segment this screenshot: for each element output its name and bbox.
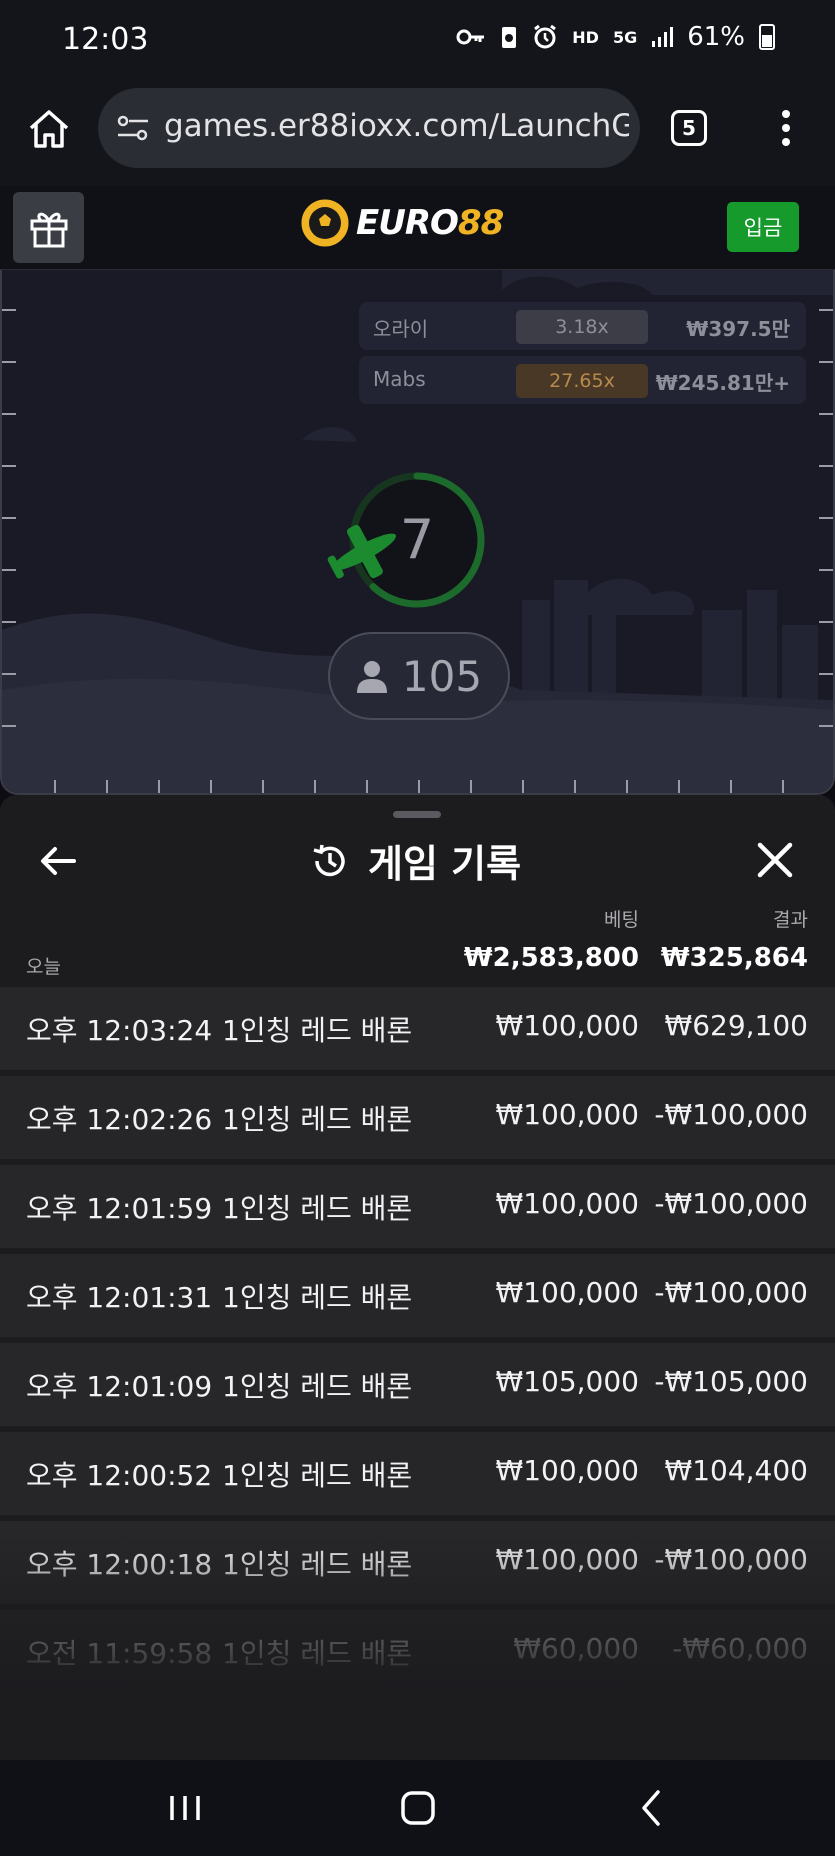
status-bar: 12:03 HD 5G 61% — [0, 0, 835, 84]
row-game: 1인칭 레드 배론 — [222, 1103, 413, 1136]
battery-text: 61% — [687, 22, 745, 52]
countdown-number: 7 — [399, 508, 435, 571]
gift-button[interactable] — [13, 192, 84, 263]
signal-icon — [652, 27, 674, 47]
row-result: -₩60,000 — [672, 1632, 808, 1665]
row-time: 오후 12:03:24 — [26, 1014, 213, 1047]
browser-toolbar: games.er88ioxx.com/LaunchGa 5 — [0, 84, 835, 186]
row-bet: ₩105,000 — [495, 1365, 639, 1398]
logo-text-gold: 88 — [457, 203, 504, 243]
row-game: 1인칭 레드 배론 — [222, 1637, 413, 1670]
bet-multiplier: 27.65x — [516, 364, 648, 398]
row-bet: ₩60,000 — [513, 1632, 639, 1665]
result-column-header: 결과 — [773, 909, 808, 931]
row-result: -₩100,000 — [654, 1276, 808, 1309]
recent-apps-icon[interactable] — [162, 1786, 208, 1830]
history-row[interactable]: 오후 12:00:18 1인칭 레드 배론 ₩100,000 -₩100,000 — [0, 1521, 835, 1604]
live-bet-card: Mabs 27.65x ₩245.81만+ — [359, 356, 806, 404]
battery-icon — [759, 24, 775, 50]
row-result: -₩100,000 — [654, 1187, 808, 1220]
live-bet-card: 오라이 3.18x ₩397.5만 — [359, 302, 806, 350]
player-count-badge: 105 — [328, 632, 510, 720]
recycle-icon — [502, 27, 517, 48]
system-nav-bar — [0, 1760, 835, 1856]
player-count: 105 — [401, 651, 483, 701]
status-time: 12:03 — [62, 22, 149, 57]
url-text[interactable]: games.er88ioxx.com/LaunchGa — [164, 108, 629, 144]
history-row[interactable]: 오후 12:02:26 1인칭 레드 배론 ₩100,000 -₩100,000 — [0, 1076, 835, 1159]
vpn-key-icon — [456, 29, 485, 45]
row-result: -₩100,000 — [654, 1098, 808, 1131]
row-game: 1인칭 레드 배론 — [222, 1014, 413, 1047]
row-bet: ₩100,000 — [495, 1543, 639, 1576]
row-game: 1인칭 레드 배론 — [222, 1281, 413, 1314]
row-bet: ₩100,000 — [495, 1098, 639, 1131]
network-hd: HD — [572, 27, 599, 47]
user-icon — [356, 661, 387, 693]
logo[interactable]: EURO88 — [300, 198, 504, 248]
bet-amount: ₩397.5만 — [686, 317, 790, 341]
history-row[interactable]: 오후 12:01:59 1인칭 레드 배론 ₩100,000 -₩100,000 — [0, 1165, 835, 1248]
total-bet: ₩2,583,800 — [463, 943, 639, 973]
bet-player-name: 오라이 — [373, 317, 429, 341]
row-time: 오후 12:01:59 — [26, 1192, 213, 1225]
bet-amount: ₩245.81만+ — [655, 371, 790, 395]
history-list: 오후 12:03:24 1인칭 레드 배론 ₩100,000 ₩629,100 오후 … — [0, 987, 835, 1699]
back-icon[interactable] — [630, 1786, 676, 1830]
row-result: -₩100,000 — [654, 1543, 808, 1576]
history-row[interactable]: 오후 12:01:31 1인칭 레드 배론 ₩100,000 -₩100,000 — [0, 1254, 835, 1337]
gift-icon — [30, 212, 67, 247]
row-time: 오후 12:01:09 — [26, 1370, 213, 1403]
bet-player-name: Mabs — [373, 367, 426, 391]
row-time: 오후 12:00:52 — [26, 1459, 213, 1492]
row-time: 오후 12:02:26 — [26, 1103, 213, 1136]
bet-column-header: 베팅 — [604, 909, 639, 931]
tabs-button[interactable]: 5 — [671, 110, 707, 146]
row-bet: ₩100,000 — [495, 1454, 639, 1487]
row-time: 오전 11:59:58 — [26, 1637, 213, 1670]
deposit-button[interactable]: 입금 — [727, 202, 799, 252]
status-icons: HD 5G 61% — [456, 22, 775, 52]
row-result: ₩629,100 — [664, 1009, 808, 1042]
row-time: 오후 12:01:31 — [26, 1281, 213, 1314]
drag-handle[interactable] — [393, 811, 441, 818]
row-game: 1인칭 레드 배론 — [222, 1192, 413, 1225]
alarm-icon — [534, 24, 557, 49]
panel-title-text: 게임 기록 — [368, 842, 522, 886]
history-row[interactable]: 오후 12:01:09 1인칭 레드 배론 ₩105,000 -₩105,000 — [0, 1343, 835, 1426]
history-row[interactable]: 오후 12:03:24 1인칭 레드 배론 ₩100,000 ₩629,100 — [0, 987, 835, 1070]
row-game: 1인칭 레드 배론 — [222, 1459, 413, 1492]
logo-text-white: EURO — [356, 203, 459, 243]
network-type: 5G — [612, 27, 638, 47]
row-bet: ₩100,000 — [495, 1009, 639, 1042]
home-icon[interactable] — [395, 1786, 441, 1830]
game-canvas: 오라이 3.18x ₩397.5만 Mabs 27.65x ₩245.81만+ … — [0, 270, 835, 795]
history-row[interactable]: 오후 12:00:52 1인칭 레드 배론 ₩100,000 ₩104,400 — [0, 1432, 835, 1515]
total-result: ₩325,864 — [660, 943, 808, 973]
back-arrow-icon[interactable] — [38, 841, 78, 881]
row-bet: ₩100,000 — [495, 1276, 639, 1309]
row-result: ₩104,400 — [664, 1454, 808, 1487]
soccer-ball-icon — [301, 199, 349, 247]
history-icon — [313, 844, 345, 876]
row-bet: ₩100,000 — [495, 1187, 639, 1220]
bet-multiplier: 3.18x — [516, 310, 648, 344]
row-game: 1인칭 레드 배론 — [222, 1370, 413, 1403]
today-label: 오늘 — [26, 956, 61, 978]
row-time: 오후 12:00:18 — [26, 1548, 213, 1581]
more-vert-icon[interactable] — [776, 110, 796, 150]
history-row[interactable]: 오전 11:59:58 1인칭 레드 배론 ₩60,000 -₩60,000 — [0, 1610, 835, 1693]
row-result: -₩105,000 — [654, 1365, 808, 1398]
address-bar[interactable]: games.er88ioxx.com/LaunchGa — [98, 88, 640, 168]
row-game: 1인칭 레드 배론 — [222, 1548, 413, 1581]
game-history-panel: 게임 기록 베팅 결과 오늘 ₩2,583,800 ₩325,864 오후 12… — [0, 795, 835, 1760]
site-header: EURO88 입금 — [0, 186, 835, 270]
panel-title: 게임 기록 — [310, 833, 521, 888]
close-icon[interactable] — [754, 839, 796, 881]
home-icon[interactable] — [26, 106, 72, 152]
site-settings-icon[interactable] — [116, 113, 150, 143]
